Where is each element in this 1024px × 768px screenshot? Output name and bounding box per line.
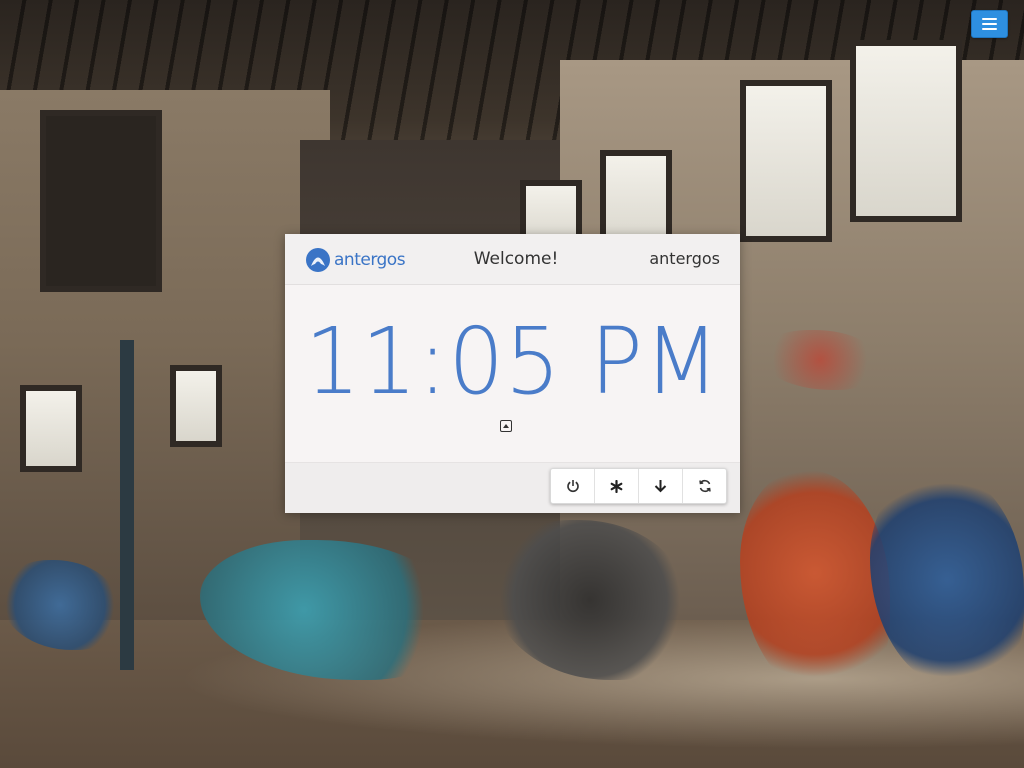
wallpaper-window <box>850 40 962 222</box>
username-label[interactable]: antergos <box>649 249 720 268</box>
hamburger-icon-bar <box>982 28 997 30</box>
welcome-text: Welcome! <box>473 249 559 269</box>
wallpaper-window <box>740 80 832 242</box>
card-footer <box>285 462 740 513</box>
login-card: antergos Welcome! antergos 11:05 PM <box>285 234 740 513</box>
hibernate-button[interactable] <box>639 469 683 503</box>
power-actions <box>550 468 727 504</box>
refresh-icon <box>698 479 711 493</box>
logo-text: antergos <box>334 250 406 270</box>
antergos-logo: antergos <box>305 247 406 273</box>
clock-display: 11:05 PM <box>304 308 721 415</box>
wallpaper-window <box>170 365 222 447</box>
wallpaper-pillar <box>120 340 134 670</box>
card-header: antergos Welcome! antergos <box>285 234 740 285</box>
arrow-down-icon <box>654 480 667 493</box>
shutdown-button[interactable] <box>551 469 595 503</box>
power-icon <box>566 480 579 493</box>
wallpaper-window <box>20 385 82 472</box>
hamburger-icon-bar <box>982 23 997 25</box>
suspend-button[interactable] <box>595 469 639 503</box>
antergos-logo-icon <box>306 248 330 272</box>
wallpaper-opening <box>40 110 162 292</box>
asterisk-icon <box>610 479 623 493</box>
hamburger-icon-bar <box>982 18 997 20</box>
menu-button[interactable] <box>971 10 1008 38</box>
caret-up-icon[interactable] <box>500 420 512 432</box>
restart-button[interactable] <box>683 469 726 503</box>
